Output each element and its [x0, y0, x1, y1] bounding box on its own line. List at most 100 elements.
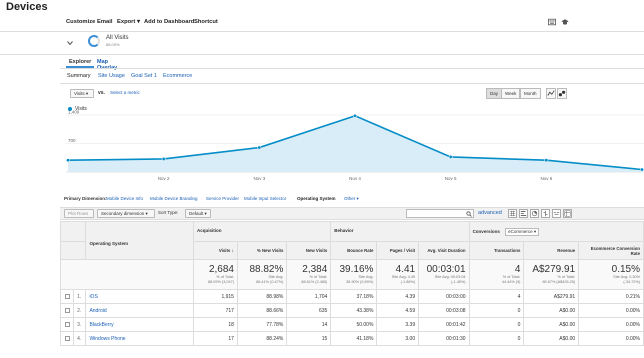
page-title: Devices: [6, 1, 48, 13]
row-checkbox[interactable]: [64, 293, 70, 299]
row-cell: 18: [193, 317, 238, 332]
row-index: 3.: [73, 317, 87, 332]
data-point: [66, 158, 70, 163]
tab-map-overlay[interactable]: Map Overlay: [94, 56, 120, 71]
secondary-dimension-select[interactable]: Secondary dimension ▾: [97, 209, 155, 218]
report-toolbar: Customize Email Export ▾ Add to Dashboar…: [0, 14, 644, 32]
row-checkbox-cell: [59, 331, 75, 346]
advanced-filter-link[interactable]: advanced: [478, 210, 502, 216]
table-view-button[interactable]: [508, 209, 517, 218]
table-search-input[interactable]: [406, 209, 474, 218]
chevron-down-icon[interactable]: [67, 40, 73, 46]
motion-chart-toggle[interactable]: [557, 88, 567, 99]
tab-explorer[interactable]: Explorer: [66, 56, 95, 68]
segment-label[interactable]: All Visits: [106, 35, 129, 41]
y-tick-label: 1,400: [68, 110, 80, 115]
export-button[interactable]: Export ▾: [117, 19, 140, 25]
column-header-transactions[interactable]: Transactions: [468, 241, 525, 260]
data-point: [353, 113, 357, 118]
segment-progress-icon: [88, 35, 100, 47]
dimension-service-provider[interactable]: Service Provider: [206, 196, 239, 201]
x-tick-label: Nov 3: [253, 176, 265, 181]
plot-rows-button[interactable]: Plot Rows: [64, 209, 94, 218]
subnav-goal-set-1[interactable]: Goal Set 1: [131, 73, 157, 79]
dimension-mobile-device-branding[interactable]: Mobile Device Branding: [150, 196, 198, 201]
row-cell: 0: [468, 331, 525, 346]
row-cell: 0.00%: [578, 303, 644, 318]
subnav-site-usage[interactable]: Site Usage: [98, 73, 125, 79]
primary-dimension-bar: Primary Dimension: Mobile Device Info Mo…: [0, 196, 644, 206]
dimension-mobile-input-selector[interactable]: Mobile Input Selector: [244, 196, 286, 201]
row-operating-system-link[interactable]: iOS: [85, 289, 195, 304]
row-cell: 1,704: [286, 289, 332, 304]
row-checkbox[interactable]: [64, 307, 70, 313]
dimension-mobile-device-info[interactable]: Mobile Device Info: [106, 196, 143, 201]
column-header-avg-duration[interactable]: Avg. Visit Duration: [418, 241, 470, 260]
row-cell: 1,915: [193, 289, 238, 304]
row-checkbox[interactable]: [64, 321, 70, 327]
row-cell: 43.38%: [330, 303, 378, 318]
add-to-dashboard-button[interactable]: Add to Dashboard: [144, 19, 194, 25]
line-chart-icon: [547, 90, 555, 96]
customize-button[interactable]: Customize: [66, 19, 95, 25]
row-operating-system-link[interactable]: BlackBerry: [85, 317, 195, 332]
subnav-summary[interactable]: Summary: [67, 73, 91, 79]
group-acquisition: Acquisition: [193, 221, 332, 242]
table-row: 3. BlackBerry 18 77.78% 14 50.00% 3.39 00:01:42…: [59, 317, 644, 332]
row-cell: 15: [286, 331, 332, 346]
row-checkbox[interactable]: [64, 335, 70, 341]
row-cell: 635: [286, 303, 332, 318]
keyboard-icon[interactable]: [548, 18, 556, 26]
column-header-revenue[interactable]: Revenue: [523, 241, 580, 260]
row-index: 1.: [73, 289, 87, 304]
sort-type-label: Sort Type:: [158, 210, 179, 215]
row-operating-system-link[interactable]: Windows Phone: [85, 331, 195, 346]
primary-dimension-label: Primary Dimension:: [64, 196, 107, 201]
dimension-operating-system[interactable]: Operating System: [297, 196, 336, 201]
conversion-type-select[interactable]: eCommerce ▾: [505, 228, 540, 236]
column-header-new-visits-pct[interactable]: % New Visits: [236, 241, 288, 260]
day-button[interactable]: Day: [486, 88, 503, 99]
row-cell: 50.00%: [330, 317, 378, 332]
table-row: 2. Android 717 88.66% 635 43.38% 4.59 00:03:08 0…: [59, 303, 644, 318]
week-button[interactable]: Week: [501, 88, 521, 99]
select-metric-link[interactable]: Select a metric: [110, 90, 140, 95]
x-tick-label: Nov 5: [445, 176, 457, 181]
column-header-bounce-rate[interactable]: Bounce Rate: [330, 241, 378, 260]
pie-chart-icon: [531, 210, 538, 217]
subnav-ecommerce[interactable]: Ecommerce: [163, 73, 192, 79]
term-cloud-view-button[interactable]: [552, 209, 561, 218]
totals-row: 2,684% of Total: 88.09% (3,047) 88.82% Sit…: [59, 259, 644, 290]
row-cell: 4.39: [376, 289, 420, 304]
month-button[interactable]: Month: [520, 88, 541, 99]
dimension-other[interactable]: Other ▾: [344, 196, 359, 202]
x-tick-label: Nov 4: [349, 176, 361, 181]
row-cell: 77.78%: [236, 317, 288, 332]
education-cap-icon[interactable]: [561, 18, 569, 26]
line-chart-toggle[interactable]: [546, 88, 556, 99]
percentage-view-button[interactable]: [519, 209, 528, 218]
column-header-pages-visit[interactable]: Pages / Visit: [376, 241, 420, 260]
row-cell: 41.18%: [330, 331, 378, 346]
row-cell: 3.39: [376, 317, 420, 332]
data-point: [448, 154, 453, 159]
shortcut-button[interactable]: Shortcut: [194, 19, 218, 25]
comparison-view-button[interactable]: [541, 209, 550, 218]
column-header-conversion-rate[interactable]: Ecommerce Conversion Rate: [578, 241, 644, 260]
group-behavior: Behavior: [330, 221, 470, 242]
metric-select[interactable]: Visits ▾: [70, 89, 94, 98]
search-icon[interactable]: [466, 211, 472, 217]
pivot-view-button[interactable]: [563, 209, 572, 218]
table-group-header: Operating System Acquisition Behavior Co…: [59, 221, 644, 260]
column-header-new-visits[interactable]: New Visits: [286, 241, 332, 260]
row-checkbox-cell: [59, 317, 75, 332]
pie-view-button[interactable]: [530, 209, 539, 218]
email-button[interactable]: Email: [97, 19, 112, 25]
row-operating-system-link[interactable]: Android: [85, 303, 195, 318]
visits-line-chart: 1,400 700 Nov 2 Nov 3 Nov 4 Nov 5 Nov 6: [66, 110, 644, 181]
sort-type-select[interactable]: Default ▾: [185, 209, 211, 218]
column-header-operating-system[interactable]: Operating System: [85, 221, 195, 260]
column-header-visits[interactable]: Visits ↓: [193, 241, 238, 260]
row-cell: A$0.00: [523, 331, 580, 346]
comparison-icon: [543, 210, 548, 217]
